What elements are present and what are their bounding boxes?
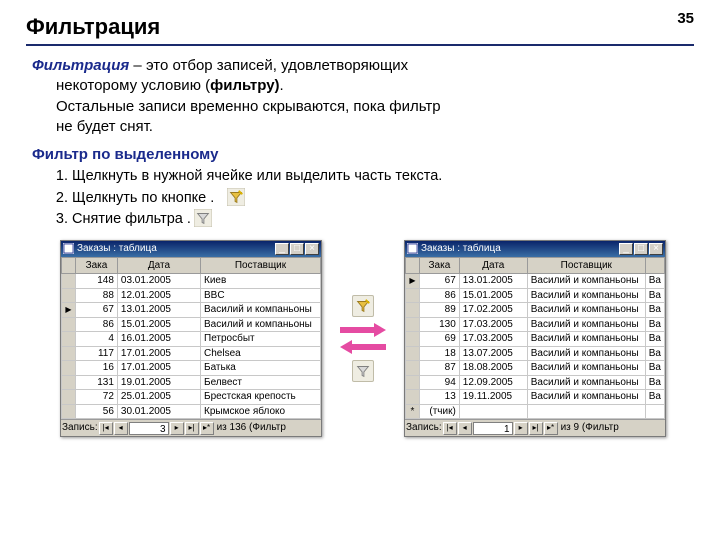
- close-button[interactable]: ×: [305, 243, 319, 255]
- nav-first[interactable]: |◂: [443, 422, 457, 435]
- minimize-button[interactable]: _: [619, 243, 633, 255]
- col-id[interactable]: Зака: [76, 257, 118, 274]
- table-row[interactable]: 1813.07.2005Василий и компаньоныВа: [406, 346, 665, 361]
- filter-remove-icon: [194, 209, 212, 234]
- table-row[interactable]: 1319.11.2005Василий и компаньоныВа: [406, 390, 665, 405]
- record-navigator: Запись: |◂ ◂ 1 ▸ ▸| ▸* из 9 (Фильтр: [405, 419, 665, 436]
- arrow-left-icon: [340, 340, 386, 354]
- nav-new[interactable]: ▸*: [200, 422, 214, 435]
- nav-last[interactable]: ▸|: [185, 422, 199, 435]
- table-row[interactable]: ▶6713.01.2005Василий и компаньоны: [62, 303, 321, 318]
- diagram: Заказы : таблица _ □ × Зака Дата Поставщ…: [32, 240, 694, 437]
- table-row[interactable]: 8615.01.2005Василий и компаньоныВа: [406, 288, 665, 303]
- table-row[interactable]: 416.01.2005Петросбыт: [62, 332, 321, 347]
- subheading: Фильтр по выделенному: [32, 145, 694, 165]
- col-id[interactable]: Зака: [420, 257, 460, 274]
- term: Фильтрация: [32, 57, 129, 74]
- window-left: Заказы : таблица _ □ × Зака Дата Поставщ…: [60, 240, 322, 437]
- datasheet-icon: [63, 243, 74, 254]
- step-2: Щелкнуть по кнопке .: [72, 189, 694, 209]
- maximize-button[interactable]: □: [634, 243, 648, 255]
- nav-last[interactable]: ▸|: [529, 422, 543, 435]
- table-row[interactable]: 14803.01.2005Киев: [62, 274, 321, 289]
- table-row[interactable]: 11717.01.2005Chelsea: [62, 346, 321, 361]
- table-row[interactable]: 7225.01.2005Брестская крепость: [62, 390, 321, 405]
- new-record-row[interactable]: *(тчик): [406, 404, 665, 419]
- window-right: Заказы : таблица _ □ × Зака Дата Поставщ…: [404, 240, 666, 437]
- page-title: Фильтрация: [26, 14, 694, 40]
- col-supplier[interactable]: Поставщик: [201, 257, 321, 274]
- col-extra[interactable]: [645, 257, 664, 274]
- table-row[interactable]: 1617.01.2005Батька: [62, 361, 321, 376]
- record-navigator: Запись: |◂ ◂ 3 ▸ ▸| ▸* из 136 (Фильтр: [61, 419, 321, 436]
- step-3: Снятие фильтра .: [72, 210, 694, 230]
- nav-next[interactable]: ▸: [170, 422, 184, 435]
- datasheet-icon: [407, 243, 418, 254]
- arrow-right-icon: [340, 323, 386, 337]
- col-supplier[interactable]: Поставщик: [527, 257, 645, 274]
- minimize-button[interactable]: _: [275, 243, 289, 255]
- page-number: 35: [677, 10, 694, 27]
- table-row[interactable]: 9412.09.2005Василий и компаньоныВа: [406, 375, 665, 390]
- datasheet[interactable]: Зака Дата Поставщик 14803.01.2005Киев881…: [61, 257, 321, 420]
- maximize-button[interactable]: □: [290, 243, 304, 255]
- titlebar: Заказы : таблица _ □ ×: [405, 241, 665, 257]
- table-row[interactable]: ▶6713.01.2005Василий и компаньоныВа: [406, 274, 665, 289]
- table-row[interactable]: 8812.01.2005BBC: [62, 288, 321, 303]
- window-title: Заказы : таблица: [421, 242, 618, 256]
- nav-new[interactable]: ▸*: [544, 422, 558, 435]
- col-date[interactable]: Дата: [459, 257, 527, 274]
- nav-prev[interactable]: ◂: [114, 422, 128, 435]
- steps-list: Щелкнуть в нужной ячейке или выделить ча…: [72, 167, 694, 230]
- nav-first[interactable]: |◂: [99, 422, 113, 435]
- table-row[interactable]: 8718.08.2005Василий и компаньоныВа: [406, 361, 665, 376]
- close-button[interactable]: ×: [649, 243, 663, 255]
- col-date[interactable]: Дата: [117, 257, 200, 274]
- filter-apply-icon: [227, 188, 245, 213]
- filter-remove-icon: [352, 360, 374, 382]
- nav-position[interactable]: 3: [129, 422, 169, 435]
- nav-position[interactable]: 1: [473, 422, 513, 435]
- transform-arrows: [340, 295, 386, 382]
- table-row[interactable]: 13017.03.2005Василий и компаньоныВа: [406, 317, 665, 332]
- title-rule: [26, 44, 694, 46]
- table-row[interactable]: 8917.02.2005Василий и компаньоныВа: [406, 303, 665, 318]
- datasheet[interactable]: Зака Дата Поставщик ▶6713.01.2005Василий…: [405, 257, 665, 420]
- nav-prev[interactable]: ◂: [458, 422, 472, 435]
- filter-apply-icon: [352, 295, 374, 317]
- table-row[interactable]: 6917.03.2005Василий и компаньоныВа: [406, 332, 665, 347]
- definition-paragraph: Фильтрация – это отбор записей, удовлетв…: [32, 56, 694, 137]
- nav-next[interactable]: ▸: [514, 422, 528, 435]
- table-row[interactable]: 8615.01.2005Василий и компаньоны: [62, 317, 321, 332]
- titlebar: Заказы : таблица _ □ ×: [61, 241, 321, 257]
- window-title: Заказы : таблица: [77, 242, 274, 256]
- table-row[interactable]: 13119.01.2005Белвест: [62, 375, 321, 390]
- table-row[interactable]: 5630.01.2005Крымское яблоко: [62, 404, 321, 419]
- step-1: Щелкнуть в нужной ячейке или выделить ча…: [72, 167, 694, 187]
